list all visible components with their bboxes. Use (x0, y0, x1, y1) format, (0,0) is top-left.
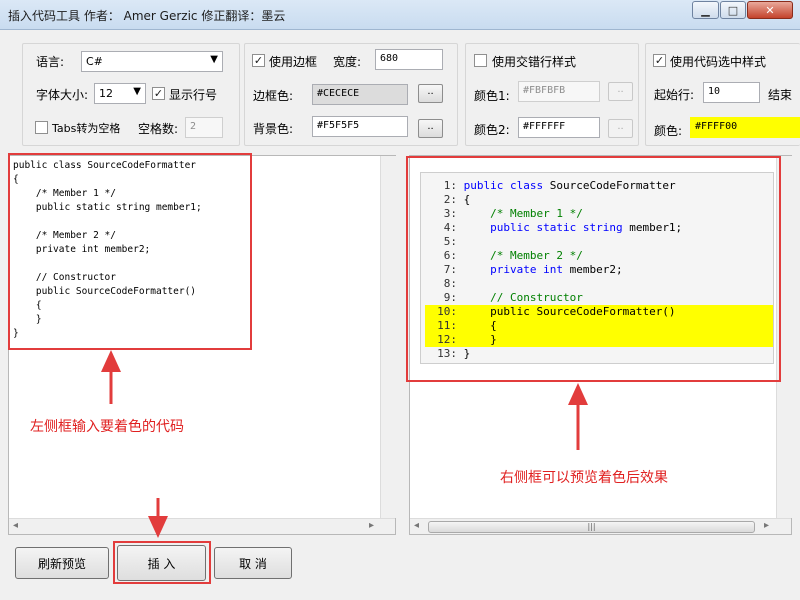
annotation-arrows (101, 350, 588, 538)
left-annotation-note: 左侧框输入要着色的代码 (30, 419, 184, 435)
right-annotation-note: 右侧框可以预览着色后效果 (500, 470, 668, 486)
left-arrow-icon (101, 350, 121, 372)
right-arrow-icon (568, 383, 588, 405)
cancel-button[interactable]: 取 消 (214, 547, 292, 579)
insert-button[interactable]: 插 入 (117, 545, 206, 581)
insert-arrow-icon (148, 516, 168, 538)
refresh-preview-button[interactable]: 刷新预览 (15, 547, 109, 579)
